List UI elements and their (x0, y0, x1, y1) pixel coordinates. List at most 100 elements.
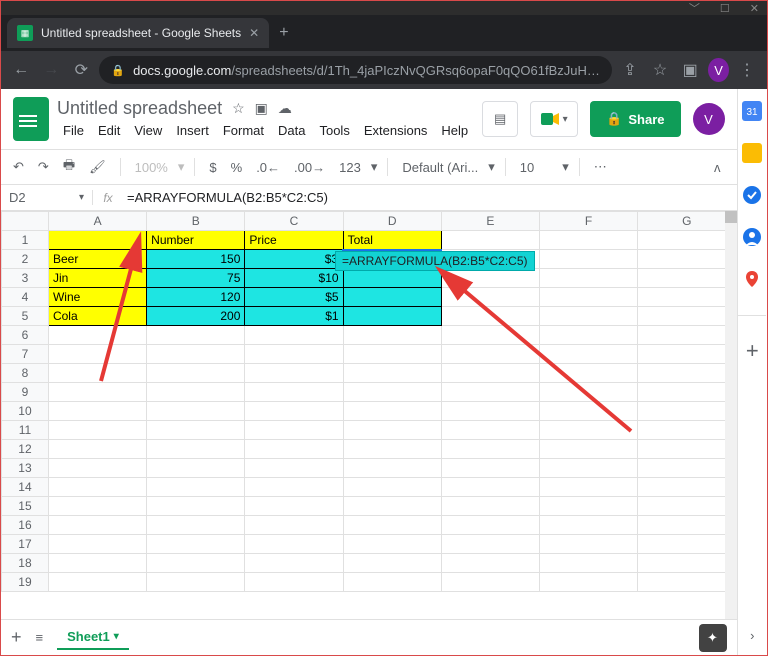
cell-A3[interactable]: Jin (48, 269, 146, 288)
cell-B1[interactable]: Number (147, 231, 245, 250)
cell-C3[interactable]: $10 (245, 269, 343, 288)
collapse-panel-icon[interactable]: › (750, 628, 754, 643)
all-sheets-button[interactable]: ≡ (36, 630, 44, 645)
star-icon[interactable]: ☆ (232, 100, 245, 117)
cell-D1[interactable]: Total (343, 231, 441, 250)
col-header-G[interactable]: G (638, 212, 736, 231)
cell[interactable] (441, 231, 539, 250)
row-header[interactable]: 17 (2, 535, 49, 554)
cell[interactable] (441, 307, 539, 326)
window-close-icon[interactable]: ✕ (750, 2, 759, 15)
cell-A4[interactable]: Wine (48, 288, 146, 307)
reload-button[interactable]: ⟳ (69, 56, 93, 84)
currency-button[interactable]: $ (205, 158, 220, 177)
bookmark-star-icon[interactable]: ☆ (648, 56, 672, 84)
maps-icon[interactable] (742, 269, 762, 289)
row-header[interactable]: 9 (2, 383, 49, 402)
new-tab-button[interactable]: + (279, 24, 288, 42)
add-addon-button[interactable]: + (746, 338, 759, 364)
share-button[interactable]: 🔒Share (590, 101, 680, 137)
menu-data[interactable]: Data (272, 121, 311, 140)
row-header[interactable]: 16 (2, 516, 49, 535)
contacts-icon[interactable] (742, 227, 762, 247)
cell[interactable] (539, 269, 637, 288)
col-header-E[interactable]: E (441, 212, 539, 231)
cell[interactable] (638, 269, 736, 288)
cell-B4[interactable]: 120 (147, 288, 245, 307)
cell[interactable] (638, 307, 736, 326)
decrease-decimal-button[interactable]: .0← (252, 158, 284, 177)
forward-button[interactable]: → (39, 56, 63, 84)
comments-button[interactable]: ▤ (482, 101, 518, 137)
add-sheet-button[interactable]: + (11, 627, 22, 648)
doc-title[interactable]: Untitled spreadsheet (57, 98, 222, 119)
tasks-icon[interactable] (742, 185, 762, 205)
cell-B2[interactable]: 150 (147, 250, 245, 269)
extensions-icon[interactable]: ▣ (678, 56, 702, 84)
cell[interactable] (638, 231, 736, 250)
cell-D5[interactable] (343, 307, 441, 326)
formula-input[interactable]: =ARRAYFORMULA(B2:B5*C2:C5) (123, 190, 737, 205)
row-header[interactable]: 18 (2, 554, 49, 573)
row-header[interactable]: 5 (2, 307, 49, 326)
number-format-button[interactable]: 123 (335, 158, 365, 177)
cell-B5[interactable]: 200 (147, 307, 245, 326)
font-size-select[interactable]: 10 (516, 158, 538, 177)
cell-A2[interactable]: Beer (48, 250, 146, 269)
row-header[interactable]: 10 (2, 402, 49, 421)
row-header[interactable]: 2 (2, 250, 49, 269)
cell[interactable] (539, 307, 637, 326)
calendar-icon[interactable]: 31 (742, 101, 762, 121)
font-select[interactable]: Default (Ari... (398, 158, 482, 177)
cell-D4[interactable] (343, 288, 441, 307)
print-button[interactable]: 🖶 (59, 154, 79, 180)
row-header[interactable]: 13 (2, 459, 49, 478)
row-header[interactable]: 6 (2, 326, 49, 345)
cell[interactable] (441, 288, 539, 307)
zoom-select[interactable]: 100% (131, 158, 172, 177)
cell-C4[interactable]: $5 (245, 288, 343, 307)
move-folder-icon[interactable]: ▣ (255, 100, 268, 117)
col-header-C[interactable]: C (245, 212, 343, 231)
cell-A1[interactable] (48, 231, 146, 250)
cell[interactable] (638, 288, 736, 307)
cell-C2[interactable]: $3 (245, 250, 343, 269)
row-header[interactable]: 8 (2, 364, 49, 383)
name-box[interactable]: D2▾ (1, 190, 93, 205)
spreadsheet-grid[interactable]: A B C D E F G 1 Number Price Total (1, 211, 737, 619)
redo-button[interactable]: ↷ (34, 157, 53, 177)
explore-button[interactable]: ✦ (699, 624, 727, 652)
browser-profile-avatar[interactable]: V (708, 58, 729, 82)
window-minimize-icon[interactable]: ﹀ (689, 0, 700, 16)
cell-D3[interactable] (343, 269, 441, 288)
row-header[interactable]: 7 (2, 345, 49, 364)
row-header[interactable]: 19 (2, 573, 49, 592)
cell[interactable] (539, 250, 637, 269)
meet-button[interactable]: ▾ (530, 101, 578, 137)
menu-help[interactable]: Help (435, 121, 474, 140)
cell-C1[interactable]: Price (245, 231, 343, 250)
sheet-tab[interactable]: Sheet1▾ (57, 625, 129, 650)
back-button[interactable]: ← (9, 56, 33, 84)
sheets-logo-icon[interactable] (13, 97, 49, 141)
col-header-F[interactable]: F (539, 212, 637, 231)
row-header[interactable]: 3 (2, 269, 49, 288)
row-header[interactable]: 1 (2, 231, 49, 250)
menu-edit[interactable]: Edit (92, 121, 126, 140)
cell[interactable] (638, 250, 736, 269)
cell[interactable] (539, 288, 637, 307)
vertical-scrollbar[interactable] (725, 211, 737, 619)
cell[interactable] (539, 231, 637, 250)
menu-insert[interactable]: Insert (170, 121, 215, 140)
paint-format-button[interactable]: 🖌 (85, 157, 110, 177)
row-header[interactable]: 14 (2, 478, 49, 497)
keep-icon[interactable] (742, 143, 762, 163)
address-bar[interactable]: 🔒 docs.google.com/spreadsheets/d/1Th_4ja… (99, 56, 612, 84)
row-header[interactable]: 15 (2, 497, 49, 516)
row-header[interactable]: 4 (2, 288, 49, 307)
col-header-A[interactable]: A (48, 212, 146, 231)
select-all-corner[interactable] (2, 212, 49, 231)
share-url-icon[interactable]: ⇪ (618, 56, 642, 84)
browser-menu-icon[interactable]: ⋮ (735, 56, 759, 84)
menu-extensions[interactable]: Extensions (358, 121, 434, 140)
